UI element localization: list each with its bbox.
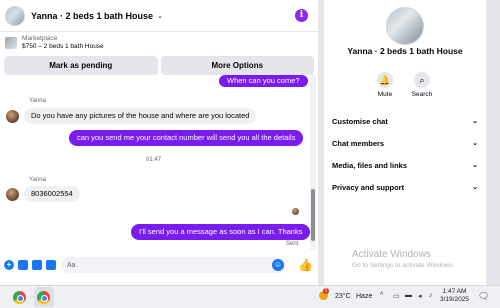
listing-thumbnail — [5, 37, 17, 49]
menu-media-files-links[interactable]: Media, files and links ⌄ — [332, 157, 478, 173]
timestamp: 01:47 — [146, 157, 162, 163]
chevron-down-icon: ⌄ — [472, 162, 478, 169]
network-icon[interactable]: ▭ — [393, 292, 400, 300]
message-input-box: ☺ — [61, 257, 286, 273]
scrollbar-thumb[interactable] — [311, 189, 315, 241]
temperature[interactable]: 23°C — [335, 293, 351, 300]
menu-label: Customise chat — [332, 116, 388, 126]
activation-watermark-subtitle: Go to Settings to activate Windows. — [352, 262, 455, 269]
mark-as-pending-button[interactable]: Mark as pending — [4, 56, 158, 75]
menu-label: Chat members — [332, 138, 385, 148]
speaker-icon[interactable]: ♪ — [429, 292, 433, 299]
image-icon[interactable] — [46, 260, 56, 270]
taskbar — [0, 285, 500, 308]
clock[interactable]: 1:47 AM 3/19/2025 — [440, 288, 469, 304]
listing-actions: Mark as pending More Options — [4, 56, 314, 75]
info-icon[interactable]: i — [295, 9, 308, 22]
notification-icon[interactable]: 🗨 — [478, 291, 489, 302]
avatar[interactable] — [5, 5, 25, 26]
menu-chat-members[interactable]: Chat members ⌄ — [332, 135, 478, 151]
gif-icon[interactable] — [32, 260, 42, 270]
chrome-icon[interactable] — [37, 291, 50, 304]
listing-title: $750 – 2 beds 1 bath House — [22, 43, 104, 50]
clock-date: 3/19/2025 — [440, 296, 469, 303]
scrollbar[interactable] — [310, 75, 316, 250]
outgoing-message[interactable]: can you send me your contact number will… — [69, 130, 304, 146]
menu-label: Media, files and links — [332, 160, 408, 170]
outgoing-message[interactable]: When can you come? — [219, 75, 308, 87]
chevron-down-icon: ⌄ — [472, 118, 478, 125]
more-options-button[interactable]: More Options — [160, 56, 314, 75]
menu-customise-chat[interactable]: Customise chat ⌄ — [332, 113, 478, 129]
chat-header: Yanna · 2 beds 1 bath House ⌄ i — [0, 0, 318, 32]
marketplace-listing[interactable]: Marketplace $750 – 2 beds 1 bath House — [0, 33, 318, 53]
chat-title[interactable]: Yanna · 2 beds 1 bath House — [31, 11, 153, 21]
chevron-down-icon: ⌄ — [472, 140, 478, 147]
emoji-icon[interactable]: ☺ — [272, 259, 284, 271]
menu-privacy-support[interactable]: Privacy and support ⌄ — [332, 179, 478, 195]
weather-badge: 1 — [323, 288, 329, 294]
activation-watermark-title: Activate Windows — [352, 249, 431, 260]
marketplace-label: Marketplace — [22, 35, 58, 42]
search-icon: ⌕ — [414, 72, 430, 88]
chevron-down-icon[interactable]: ⌄ — [157, 12, 163, 20]
sticker-icon[interactable] — [18, 260, 28, 270]
volume-icon[interactable]: ◂ — [418, 292, 422, 300]
weather-condition[interactable]: Haze — [356, 293, 372, 300]
message-input[interactable] — [61, 257, 286, 273]
incoming-message[interactable]: Do you have any pictures of the house an… — [24, 108, 257, 124]
message-thread: When can you come? Yanna Do you have any… — [0, 75, 310, 250]
search-button[interactable]: ⌕ Search — [404, 72, 440, 98]
seen-avatar — [292, 208, 299, 215]
avatar[interactable] — [386, 7, 424, 45]
sender-name: Yanna — [29, 177, 46, 183]
avatar[interactable] — [6, 188, 19, 201]
mute-label: Mute — [377, 91, 393, 98]
chrome-icon[interactable] — [13, 291, 26, 304]
sender-name: Yanna — [29, 98, 46, 104]
mute-button[interactable]: 🔔 Mute — [367, 72, 403, 98]
battery-icon[interactable]: ▬ — [405, 292, 412, 299]
conversation-info-panel: Yanna · 2 beds 1 bath House 🔔 Mute ⌕ Sea… — [324, 0, 486, 285]
conversation-title: Yanna · 2 beds 1 bath House — [347, 46, 463, 56]
search-label: Search — [411, 91, 433, 98]
avatar[interactable] — [6, 110, 19, 123]
plus-icon[interactable]: + — [4, 260, 14, 270]
chevron-up-icon[interactable]: ^ — [380, 292, 383, 299]
like-icon[interactable]: 👍 — [298, 258, 313, 272]
composer: + ☺ 👍 — [0, 255, 318, 275]
bell-icon: 🔔 — [377, 72, 393, 88]
menu-label: Privacy and support — [332, 182, 405, 192]
clock-time: 1:47 AM — [442, 288, 467, 295]
chevron-down-icon: ⌄ — [472, 184, 478, 191]
outgoing-message[interactable]: I'll send you a message as soon as I can… — [131, 224, 310, 240]
chat-panel: Yanna · 2 beds 1 bath House ⌄ i Marketpl… — [0, 0, 318, 285]
message-status: Sent — [286, 241, 299, 247]
incoming-message[interactable]: 8036002554 — [24, 186, 80, 202]
